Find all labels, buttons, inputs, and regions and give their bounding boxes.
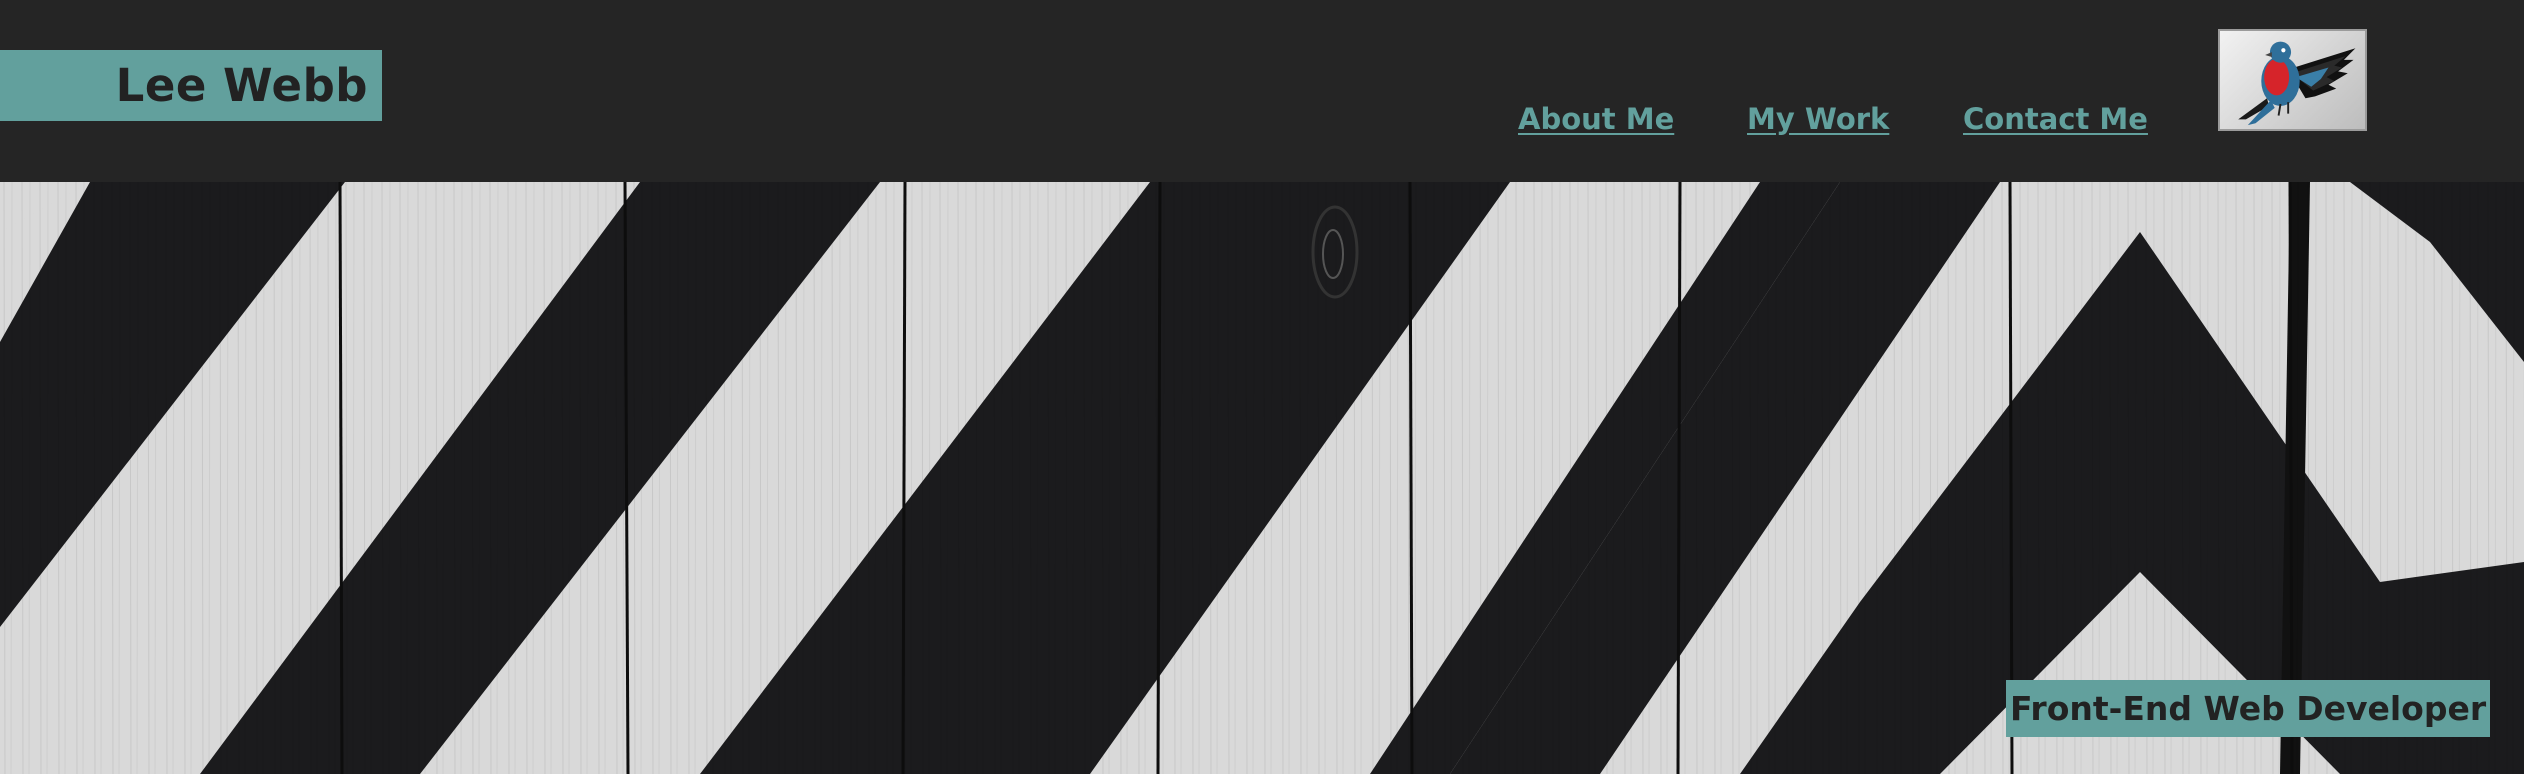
nav-link-about-me[interactable]: About Me — [1518, 102, 1674, 136]
nav-link-my-work[interactable]: My Work — [1747, 102, 1889, 136]
page: Lee Webb About Me My Work Contact Me Fro… — [0, 0, 2524, 774]
bird-icon — [2238, 41, 2356, 126]
nav-link-contact-me[interactable]: Contact Me — [1963, 102, 2148, 136]
brand-banner[interactable]: Lee Webb — [0, 50, 382, 121]
tagline-badge: Front-End Web Developer — [2006, 680, 2491, 737]
tagline: Front-End Web Developer — [2010, 689, 2487, 728]
logo[interactable] — [2218, 29, 2367, 131]
site-header: Lee Webb About Me My Work Contact Me — [0, 0, 2524, 182]
brand-name: Lee Webb — [115, 59, 368, 112]
